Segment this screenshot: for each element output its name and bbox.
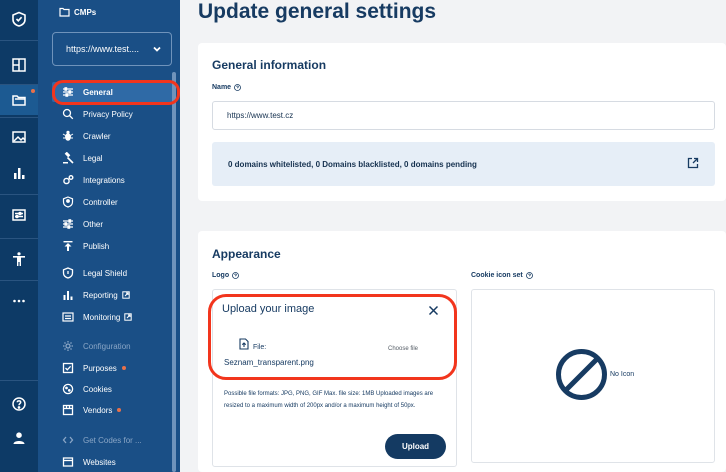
page-title: Update general settings: [198, 0, 437, 23]
gears-icon: [62, 174, 74, 186]
icon-rail: [0, 0, 38, 472]
sidebar-item-label: Vendors: [83, 405, 113, 415]
sidebar-item-label: Other: [83, 219, 104, 229]
section-title-label: CMPs: [74, 7, 97, 17]
sidebar-item-legal-shield[interactable]: Legal Shield: [52, 263, 176, 283]
upload-highlight-outline: [208, 294, 457, 380]
sliders-icon: [62, 218, 74, 230]
help-circle-icon[interactable]: [525, 272, 533, 279]
sidebar-section-title: CMPs: [59, 7, 96, 17]
user-icon[interactable]: [0, 423, 38, 453]
notification-dot: [121, 366, 126, 370]
bar-chart-icon: [62, 289, 74, 301]
name-input[interactable]: https://www.test.cz: [212, 101, 715, 130]
more-horizontal-icon[interactable]: [0, 286, 38, 316]
cookie-icon: [62, 383, 74, 395]
layout-grid-icon[interactable]: [0, 50, 38, 80]
sidebar-item-privacy-policy[interactable]: Privacy Policy: [52, 104, 176, 124]
domains-summary: 0 domains whitelisted, 0 Domains blackli…: [212, 142, 715, 186]
sliders-icon[interactable]: [0, 200, 38, 230]
window-icon: [62, 456, 74, 468]
external-link-icon: [124, 313, 133, 321]
cookie-icon-set-label-text: Cookie icon set: [471, 272, 523, 279]
sidebar-item-label: Crawler: [83, 131, 111, 141]
sidebar-item-label: Cookies: [83, 384, 112, 394]
help-circle-icon[interactable]: [234, 84, 241, 91]
sidebar-item-label: Controller: [83, 197, 118, 207]
bug-icon: [62, 130, 74, 142]
sidebar-item-reporting[interactable]: Reporting: [52, 285, 176, 305]
name-label-text: Name: [212, 84, 232, 91]
sidebar-item-label: Reporting: [83, 290, 118, 300]
name-input-value: https://www.test.cz: [227, 111, 294, 120]
sidebar-item-integrations[interactable]: Integrations: [52, 170, 176, 190]
publish-icon: [62, 240, 74, 252]
sidebar-item-label: Configuration: [83, 341, 131, 351]
sidebar-item-crawler[interactable]: Crawler: [52, 126, 176, 146]
sidebar-item-purposes[interactable]: Purposes: [52, 358, 176, 378]
image-icon[interactable]: [0, 122, 38, 152]
sidebar-item-websites[interactable]: Websites: [52, 452, 176, 472]
general-information-heading: General information: [212, 58, 327, 72]
name-label: Name: [212, 84, 241, 91]
website-select[interactable]: https://www.test....: [52, 32, 172, 66]
general-highlight-outline: [52, 80, 180, 105]
sidebar-item-other[interactable]: Other: [52, 214, 176, 234]
sidebar-item-publish[interactable]: Publish: [52, 236, 176, 256]
sidebar-item-legal[interactable]: Legal: [52, 148, 176, 168]
website-select-value: https://www.test....: [66, 44, 140, 54]
no-icon-symbol-icon: [556, 349, 607, 400]
file-formats-hint: Possible file formats: JPG, PNG, GIF Max…: [224, 391, 434, 409]
sidebar-item-label: Get Codes for ...: [83, 435, 142, 445]
sidebar-item-label: Privacy Policy: [83, 109, 133, 119]
sidebar-item-vendors[interactable]: Vendors: [52, 400, 176, 420]
shield-check-logo-icon[interactable]: [0, 2, 38, 36]
chevron-down-icon: [153, 46, 161, 52]
bar-chart-icon[interactable]: [0, 158, 38, 188]
logo-label: Logo: [212, 272, 240, 279]
gavel-icon: [62, 152, 74, 164]
external-link-icon[interactable]: [687, 157, 699, 169]
domains-summary-text: 0 domains whitelisted, 0 Domains blackli…: [228, 159, 477, 169]
upload-button[interactable]: Upload: [385, 434, 446, 459]
help-circle-icon[interactable]: [0, 389, 38, 419]
sidebar-item-label: Purposes: [83, 363, 117, 373]
code-icon: [62, 434, 74, 446]
sidebar-item-get-codes: Get Codes for ...: [52, 430, 176, 450]
sidebar-item-monitoring[interactable]: Monitoring: [52, 307, 176, 327]
sidebar-item-cookies[interactable]: Cookies: [52, 379, 176, 399]
shield-user-icon: [62, 196, 74, 208]
monitoring-icon: [62, 311, 74, 323]
cmp-sidebar: CMPs https://www.test.... General Privac…: [38, 0, 180, 472]
sidebar-scrollbar[interactable]: [172, 72, 176, 472]
sidebar-item-label: Publish: [83, 241, 110, 251]
gear-icon: [62, 340, 74, 352]
help-circle-icon[interactable]: [232, 272, 240, 279]
privacy-icon: [62, 108, 74, 120]
external-link-icon: [121, 291, 130, 299]
sidebar-item-label: Integrations: [83, 175, 125, 185]
checkbox-icon: [62, 362, 74, 374]
no-icon-label: No Icon: [610, 371, 635, 378]
accessibility-icon[interactable]: [0, 244, 38, 274]
cookie-icon-set-label: Cookie icon set: [471, 272, 533, 279]
notification-dot: [117, 408, 122, 412]
notification-dot: [31, 89, 35, 93]
logo-label-text: Logo: [212, 272, 230, 279]
sidebar-item-configuration: Configuration: [52, 336, 176, 356]
folder-icon: [59, 7, 70, 17]
sidebar-item-controller[interactable]: Controller: [52, 192, 176, 212]
appearance-heading: Appearance: [212, 247, 281, 261]
sidebar-item-label: Websites: [83, 457, 116, 467]
sidebar-item-label: Legal: [83, 153, 103, 163]
store-icon: [62, 404, 74, 416]
sidebar-item-label: Monitoring: [83, 312, 121, 322]
shield-icon: [62, 267, 74, 279]
sidebar-item-label: Legal Shield: [83, 268, 128, 278]
